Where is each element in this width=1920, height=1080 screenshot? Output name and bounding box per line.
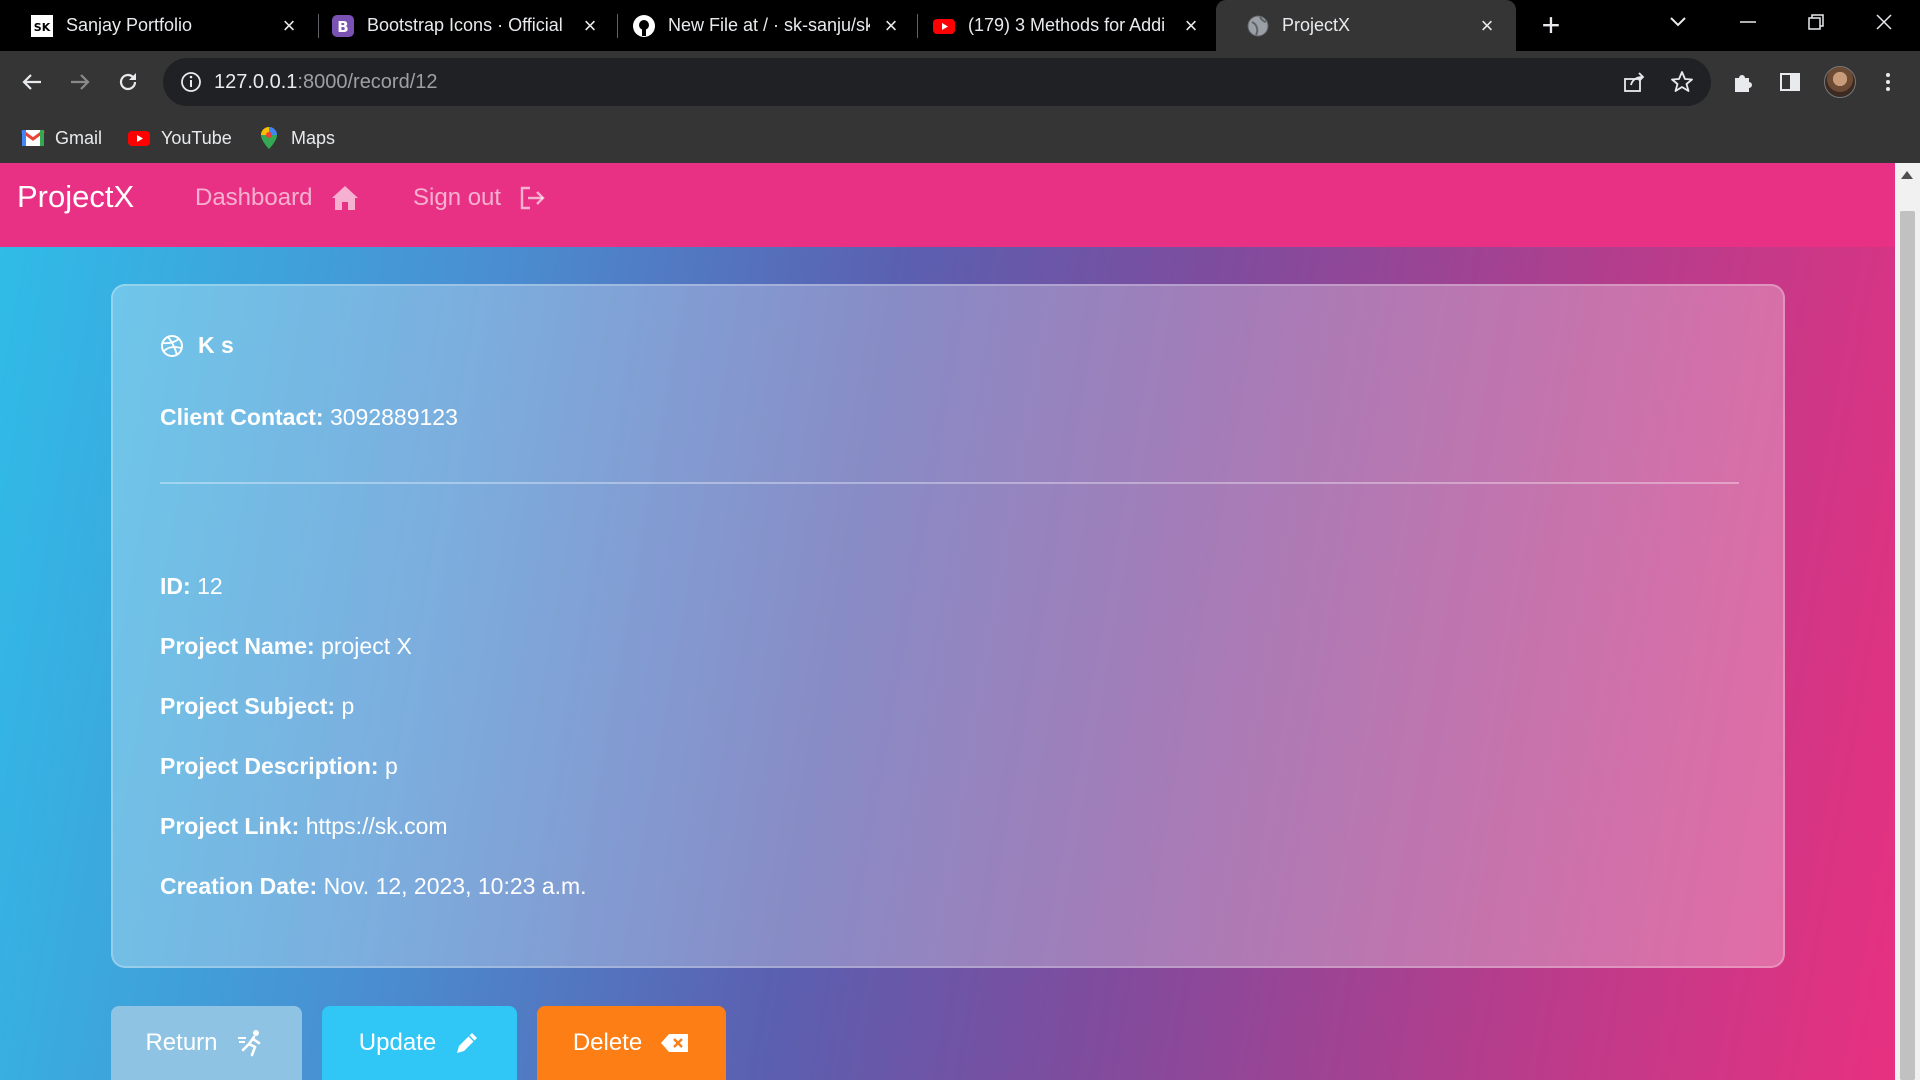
field-project-link: Project Link: https://sk.com (160, 813, 448, 839)
update-label: Update (358, 1029, 437, 1056)
delete-button[interactable]: Delete (537, 1006, 726, 1080)
browser-toolbar: 127.0.0.1:8000/record/12 (0, 51, 1920, 113)
nav-link-label: Dashboard (195, 184, 313, 211)
page-viewport: ProjectX Dashboard Sign out K s Client C… (0, 163, 1895, 1080)
tab-title: (179) 3 Methods for Addi (968, 15, 1166, 35)
client-contact-row: Client Contact: 3092889123 (160, 404, 458, 430)
new-tab-button[interactable]: + (1534, 8, 1568, 42)
extensions-icon[interactable] (1727, 66, 1759, 98)
bookmarks-bar: Gmail YouTube Maps (0, 113, 1920, 163)
return-button[interactable]: Return (111, 1006, 302, 1080)
reload-icon[interactable] (110, 64, 146, 100)
minimize-icon[interactable] (1720, 0, 1776, 44)
brand-logo[interactable]: ProjectX (17, 179, 134, 215)
box-arrow-right-icon (520, 186, 545, 210)
field-id: ID: 12 (160, 573, 223, 599)
record-card: K s Client Contact: 3092889123 ID: 12 Pr… (111, 284, 1785, 968)
browser-tab[interactable]: B Bootstrap Icons · Official × (301, 0, 619, 51)
field-project-subject: Project Subject: p (160, 693, 355, 719)
maps-icon (257, 126, 281, 150)
field-project-name: Project Name: project X (160, 633, 412, 659)
back-icon[interactable] (14, 64, 50, 100)
house-icon (332, 186, 359, 210)
field-project-description: Project Description: p (160, 753, 398, 779)
bootstrap-icon: B (331, 14, 355, 38)
youtube-icon (127, 126, 151, 150)
return-label: Return (145, 1029, 218, 1056)
card-divider (160, 482, 1739, 484)
scroll-up-arrow-icon[interactable] (1901, 171, 1913, 179)
close-tab-icon[interactable]: × (278, 14, 300, 37)
browser-tab[interactable]: New File at / · sk-sanju/sk × (602, 0, 920, 51)
page-scrollbar[interactable] (1895, 163, 1920, 1080)
forward-icon[interactable] (62, 64, 98, 100)
svg-text:SK: SK (34, 21, 51, 34)
tab-title: Sanjay Portfolio (66, 15, 193, 35)
nav-dashboard-link[interactable]: Dashboard (195, 184, 360, 212)
browser-tab[interactable]: (179) 3 Methods for Addi × (902, 0, 1220, 51)
svg-text:B: B (337, 18, 348, 36)
pen-icon (457, 1033, 478, 1053)
browser-tab-active[interactable]: ProjectX × (1216, 0, 1516, 51)
side-panel-icon[interactable] (1774, 66, 1806, 98)
tab-title: ProjectX (1282, 15, 1351, 35)
bookmark-label: Maps (291, 127, 336, 148)
scrollbar-thumb[interactable] (1900, 211, 1915, 1080)
close-tab-icon[interactable]: × (579, 14, 601, 37)
nav-link-label: Sign out (413, 184, 502, 211)
backspace-icon (661, 1034, 689, 1052)
close-tab-icon[interactable]: × (1476, 14, 1498, 37)
client-name-text: K s (198, 332, 234, 358)
bookmark-youtube[interactable]: YouTube (127, 125, 232, 151)
profile-avatar[interactable] (1824, 66, 1856, 98)
sk-logo-icon: SK (30, 14, 54, 38)
browser-tab-strip: SK Sanjay Portfolio × B Bootstrap Icons … (0, 0, 1920, 51)
restore-icon[interactable] (1788, 0, 1844, 44)
github-icon (632, 14, 656, 38)
bookmark-star-icon[interactable] (1666, 66, 1698, 98)
close-tab-icon[interactable]: × (1180, 14, 1202, 37)
youtube-icon (932, 14, 956, 38)
close-window-icon[interactable] (1856, 0, 1912, 44)
client-name: K s (160, 332, 234, 359)
globe-icon (1246, 14, 1270, 38)
delete-label: Delete (572, 1029, 643, 1056)
address-bar[interactable]: 127.0.0.1:8000/record/12 (163, 58, 1711, 106)
tab-title: New File at / · sk-sanju/sk (668, 15, 870, 35)
gmail-icon (21, 126, 45, 150)
site-navbar: ProjectX Dashboard Sign out (0, 163, 1895, 247)
share-icon[interactable] (1618, 66, 1650, 98)
site-info-icon[interactable] (179, 70, 203, 94)
nav-signout-link[interactable]: Sign out (413, 184, 545, 212)
field-creation-date: Creation Date: Nov. 12, 2023, 10:23 a.m. (160, 873, 587, 899)
bookmark-label: Gmail (55, 127, 103, 148)
bookmark-label: YouTube (161, 127, 232, 148)
close-tab-icon[interactable]: × (880, 14, 902, 37)
tab-title: Bootstrap Icons · Official (367, 15, 563, 35)
browser-tab[interactable]: SK Sanjay Portfolio × (0, 0, 318, 51)
update-button[interactable]: Update (322, 1006, 517, 1080)
bookmark-gmail[interactable]: Gmail (21, 125, 102, 151)
tab-search-icon[interactable] (1650, 0, 1706, 44)
bookmark-maps[interactable]: Maps (257, 125, 335, 151)
person-running-icon (237, 1030, 260, 1057)
kebab-menu-icon[interactable] (1872, 66, 1904, 98)
dribbble-icon (161, 334, 183, 357)
url-text: 127.0.0.1:8000/record/12 (214, 71, 438, 93)
